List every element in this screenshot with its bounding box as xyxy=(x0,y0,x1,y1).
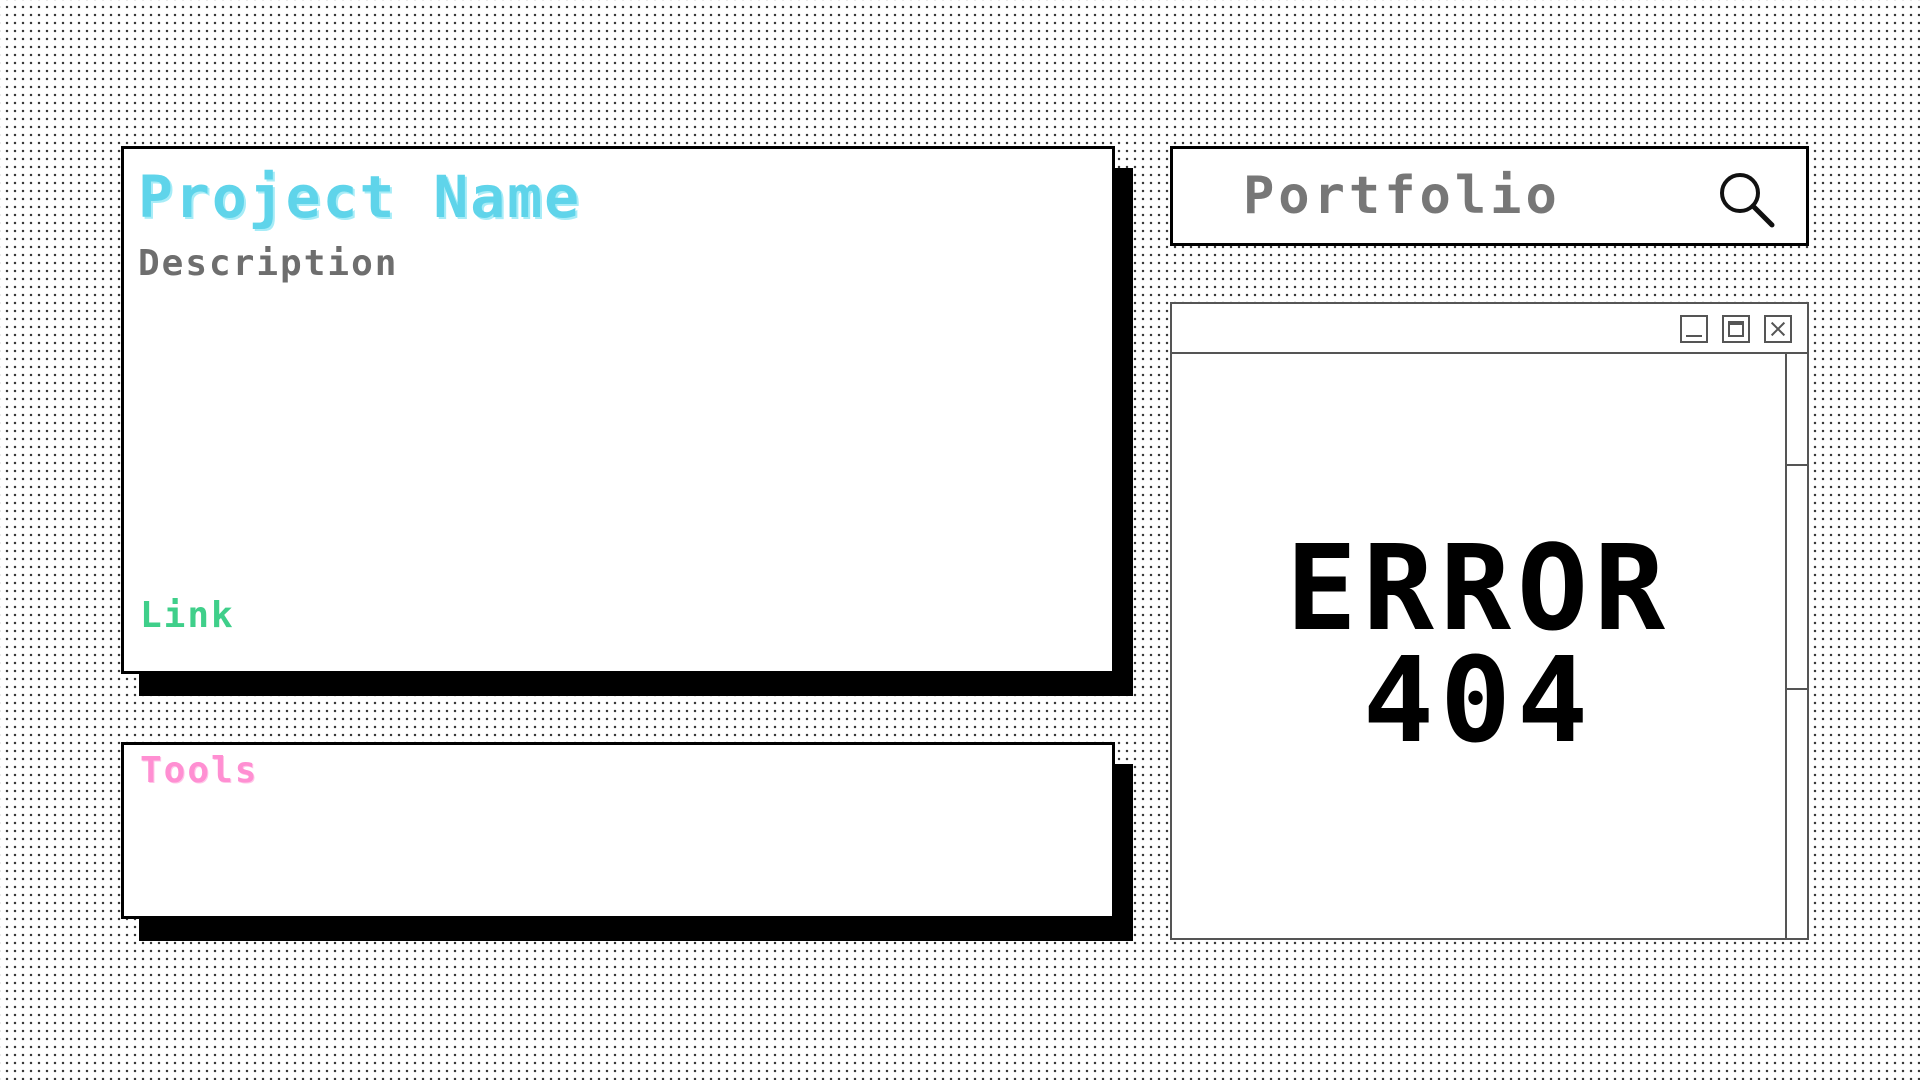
error-message: ERROR 404 xyxy=(1172,519,1785,769)
search-icon[interactable] xyxy=(1716,169,1778,231)
tools-card: Tools xyxy=(121,742,1115,919)
tools-label: Tools xyxy=(140,750,259,791)
search-input[interactable] xyxy=(1243,161,1713,231)
close-button[interactable] xyxy=(1764,315,1792,343)
window-titlebar[interactable] xyxy=(1172,304,1807,354)
project-description: Description xyxy=(138,243,399,284)
scrollbar[interactable] xyxy=(1785,354,1807,938)
error-window: ERROR 404 xyxy=(1170,302,1809,940)
maximize-button[interactable] xyxy=(1722,315,1750,343)
project-title: Project Name xyxy=(138,163,582,231)
error-code: 404 xyxy=(1362,631,1595,769)
project-card: Project Name Description Link xyxy=(121,146,1115,674)
error-title: ERROR xyxy=(1285,519,1672,657)
minimize-button[interactable] xyxy=(1680,315,1708,343)
project-link[interactable]: Link xyxy=(140,596,235,636)
scroll-thumb[interactable] xyxy=(1787,464,1807,690)
search-bar xyxy=(1170,146,1809,246)
